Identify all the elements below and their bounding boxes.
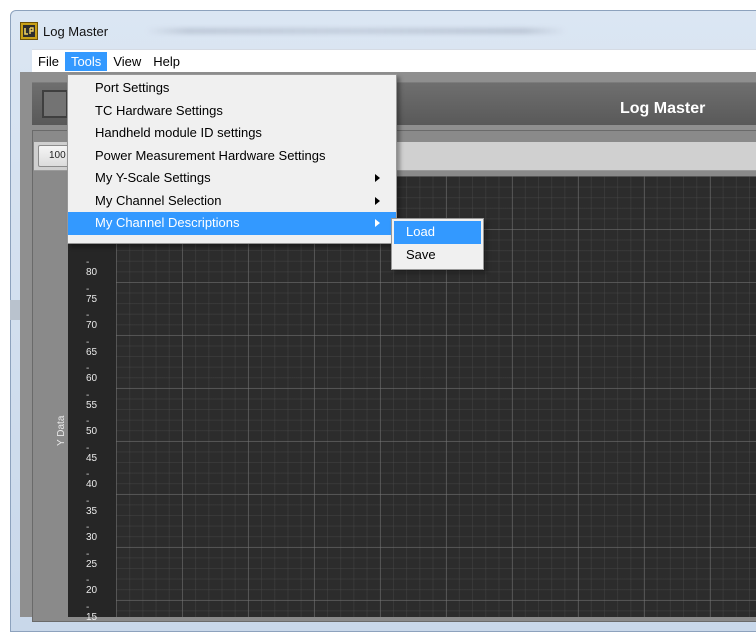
window-title: Log Master [43, 23, 109, 39]
menu-help[interactable]: Help [147, 52, 186, 71]
y-tick-label: 35 [86, 497, 97, 517]
menu-item-label: Handheld module ID settings [95, 125, 262, 140]
y-tick-label: 45 [86, 444, 97, 464]
header-title: Log Master [620, 100, 706, 117]
y-tick-label: 40 [86, 470, 97, 490]
channel-descriptions-submenu: Load Save [391, 218, 484, 270]
menu-item-label: Power Measurement Hardware Settings [95, 147, 326, 163]
menu-item-handheld-module-id-settings[interactable]: Handheld module ID settings [68, 122, 396, 145]
menu-item-label: My Y-Scale Settings [95, 170, 211, 185]
menu-file[interactable]: File [32, 52, 65, 71]
window-resize-handle[interactable] [10, 300, 20, 320]
menu-view[interactable]: View [107, 52, 147, 71]
menu-item-my-channel-selection[interactable]: My Channel Selection [68, 190, 396, 213]
submenu-item-save[interactable]: Save [394, 244, 481, 267]
tools-dropdown-menu: Port Settings TC Hardware Settings Handh… [67, 74, 397, 244]
menu-item-power-measurement-hardware-settings[interactable]: Power Measurement Hardware Settings [68, 145, 396, 168]
menu-bar: File Tools View Help [32, 49, 756, 73]
y-tick-label: 25 [86, 550, 97, 570]
y-tick-label: 75 [86, 285, 97, 305]
submenu-item-load[interactable]: Load [394, 221, 481, 244]
y-axis-label: Y Data [56, 415, 67, 446]
y-tick-label: 60 [86, 364, 97, 384]
y-tick-label: 65 [86, 338, 97, 358]
y-tick-label: 55 [86, 391, 97, 411]
y-tick-label: 20 [86, 576, 97, 596]
chevron-right-icon [375, 219, 380, 227]
menu-item-port-settings[interactable]: Port Settings [68, 77, 396, 100]
menu-item-my-y-scale-settings[interactable]: My Y-Scale Settings [68, 167, 396, 190]
blurred-menubar-background [146, 28, 566, 34]
menu-item-my-channel-descriptions[interactable]: My Channel Descriptions [68, 212, 396, 235]
chevron-right-icon [375, 196, 380, 205]
menu-item-tc-hardware-settings[interactable]: TC Hardware Settings [68, 100, 396, 123]
y-tick-label: 15 [86, 603, 97, 623]
header-indicator-box[interactable] [42, 90, 68, 118]
menu-tools[interactable]: Tools [64, 51, 108, 71]
y-tick-label: 80 [86, 258, 97, 278]
menu-item-label: TC Hardware Settings [95, 102, 223, 118]
y-tick-label: 70 [86, 311, 97, 331]
menu-item-label: My Channel Selection [95, 192, 222, 208]
menu-item-label: My Channel Descriptions [95, 215, 240, 230]
app-icon [20, 22, 38, 40]
chevron-right-icon [375, 174, 380, 182]
y-tick-label: 50 [86, 417, 97, 437]
menu-item-label: Port Settings [95, 80, 170, 95]
y-tick-label: 30 [86, 523, 97, 543]
